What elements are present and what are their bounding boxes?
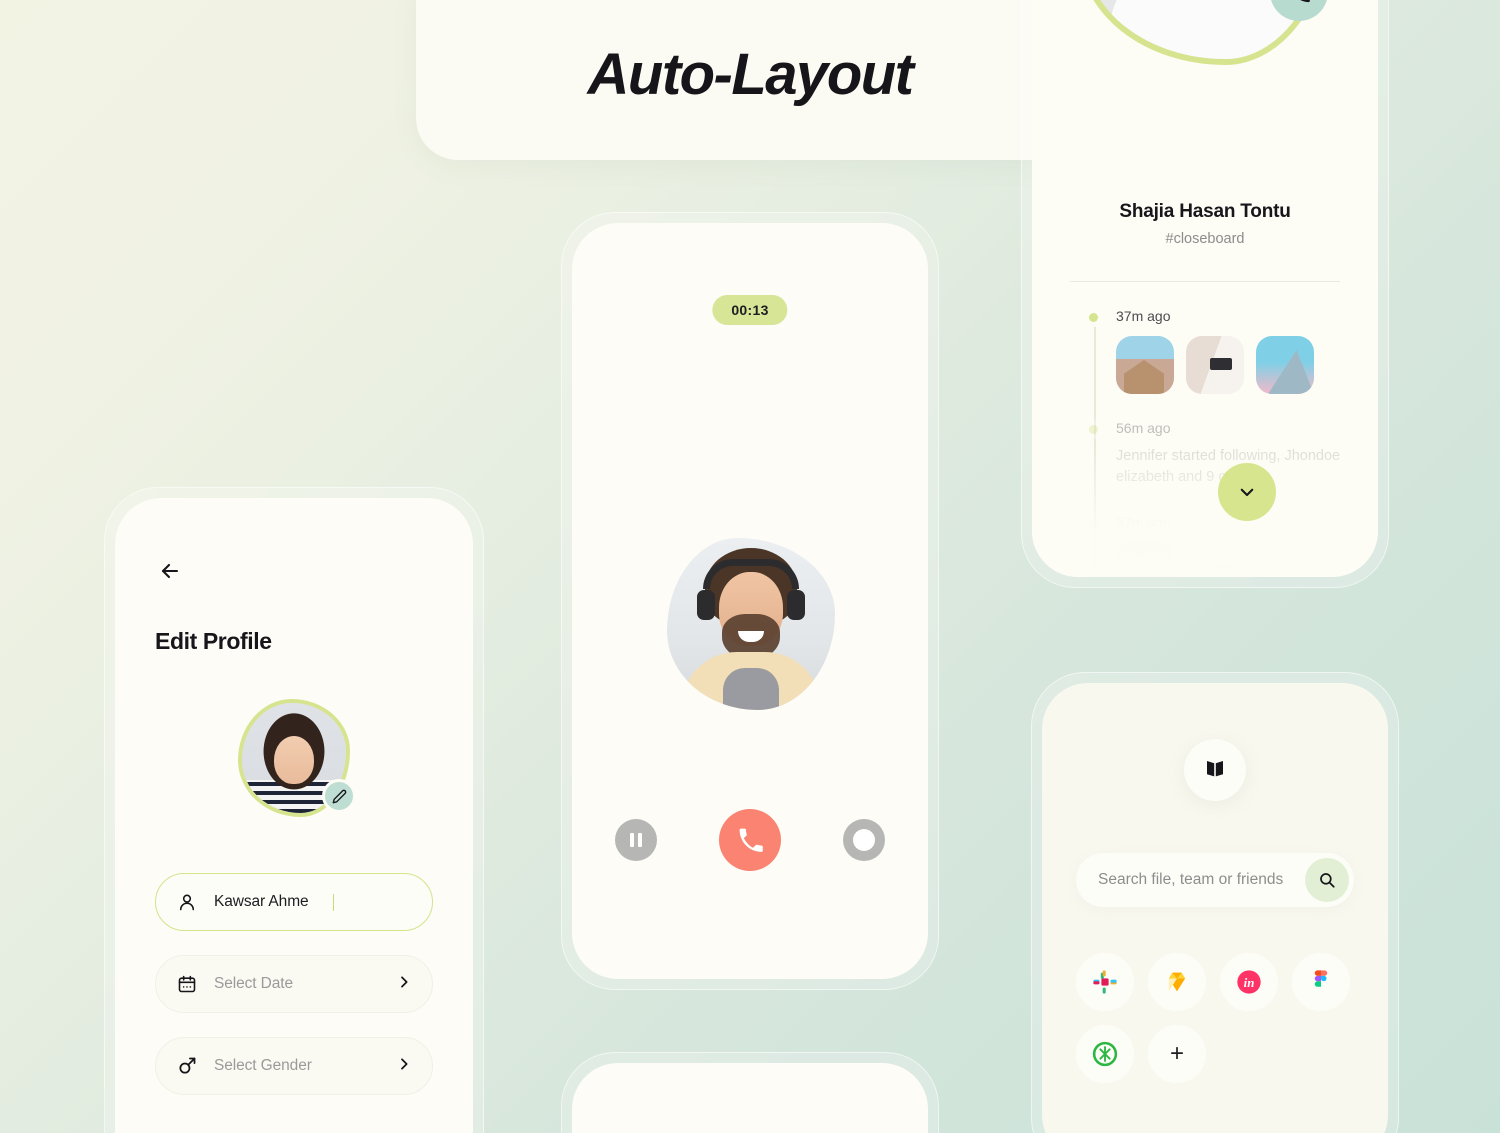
search-bar[interactable] — [1076, 853, 1354, 907]
add-app-button[interactable]: + — [1148, 1025, 1206, 1083]
date-field-value: Select Date — [214, 975, 294, 992]
chevron-right-icon — [396, 974, 412, 995]
person-icon — [176, 891, 198, 913]
top-shape — [1110, 0, 1300, 59]
call-timer: 00:13 — [712, 295, 788, 325]
participant-headset-man[interactable] — [667, 538, 835, 710]
house-photo[interactable] — [1116, 336, 1174, 394]
principle-icon — [1092, 1041, 1118, 1067]
search-icon — [1320, 873, 1335, 888]
edit-avatar-button[interactable] — [322, 779, 356, 813]
timeline-item[interactable]: 37m ago — [1086, 308, 1378, 394]
shirt-shape — [723, 668, 779, 710]
gender-field-value: Select Gender — [214, 1057, 312, 1074]
avatar-face-shape — [274, 736, 314, 784]
pause-icon — [630, 833, 642, 847]
timeline-line — [1094, 318, 1096, 577]
app-grid: in + — [1076, 953, 1354, 1083]
add-app-icon: + — [1169, 1040, 1184, 1067]
photo-b[interactable] — [1186, 542, 1244, 577]
chevron-right-icon — [396, 1056, 412, 1077]
timeline-time: 37m ago — [1116, 308, 1171, 324]
timeline-thumbnails — [1116, 336, 1378, 394]
avatar[interactable] — [238, 699, 356, 817]
bottom-partial-screen — [572, 1063, 928, 1133]
video-call-phone: 00:13 — [561, 212, 939, 990]
invision-icon: in — [1237, 970, 1261, 994]
arrow-left-icon — [161, 563, 179, 579]
profile-detail-phone: Shajia Hasan Tontu #closeboard 37m ago 5… — [1021, 0, 1389, 588]
gender-male-icon — [176, 1055, 198, 1077]
profile-hero — [1032, 0, 1378, 201]
profile-tag: #closeboard — [1165, 231, 1245, 247]
pencil-icon — [332, 789, 346, 803]
calendar-icon — [176, 973, 198, 995]
interior-photo[interactable] — [1186, 336, 1244, 394]
video-call-screen: 00:13 — [572, 223, 928, 979]
timeline-item[interactable]: 37m ago — [1086, 514, 1378, 577]
gender-field[interactable]: Select Gender — [155, 1037, 433, 1095]
timeline-time: 56m ago — [1116, 420, 1171, 436]
record-button[interactable] — [843, 819, 885, 861]
date-field[interactable]: Select Date — [155, 955, 433, 1013]
call-controls — [572, 809, 928, 871]
phone-icon — [739, 828, 763, 852]
skyscraper-photo[interactable] — [1256, 336, 1314, 394]
open-book-icon — [1207, 761, 1223, 777]
brand-button[interactable] — [1184, 739, 1246, 801]
principle-app-button[interactable] — [1076, 1025, 1134, 1083]
back-button[interactable] — [155, 556, 185, 586]
edit-profile-body: Edit Profile Kawsar Ahme Select Date Sel… — [115, 498, 473, 1095]
figma-icon — [1314, 970, 1328, 987]
headset-band — [703, 558, 799, 589]
figma-app-button[interactable] — [1292, 953, 1350, 1011]
pause-button[interactable] — [615, 819, 657, 861]
timeline-thumbnails — [1116, 542, 1378, 577]
headset-right — [787, 589, 805, 620]
search-input[interactable] — [1098, 871, 1305, 889]
app-canvas: Auto-Layout Edit Profile Kawsar Ahme Sel… — [0, 0, 1500, 1133]
timeline-dot — [1086, 516, 1101, 532]
search-apps-phone: in — [1031, 672, 1399, 1133]
timeline-dot — [1086, 422, 1101, 437]
page-heading: Edit Profile — [155, 628, 272, 654]
apps-body: in — [1042, 683, 1388, 1083]
chevron-down-icon — [1240, 488, 1254, 497]
phone-icon — [1300, 0, 1310, 3]
title-card: Auto-Layout — [416, 0, 1084, 160]
sketch-app-button[interactable] — [1148, 953, 1206, 1011]
text-caret — [332, 893, 335, 911]
slack-icon — [1093, 970, 1117, 994]
activity-timeline: 37m ago 56m ago Jennifer started followi… — [1086, 308, 1378, 577]
profile-detail-screen: Shajia Hasan Tontu #closeboard 37m ago 5… — [1032, 0, 1378, 577]
edit-profile-phone: Edit Profile Kawsar Ahme Select Date Sel… — [104, 487, 484, 1133]
bottom-partial-phone — [561, 1052, 939, 1133]
timeline-dot — [1086, 310, 1101, 325]
sketch-icon — [1168, 972, 1186, 992]
invision-app-button[interactable]: in — [1220, 953, 1278, 1011]
svg-text:in: in — [1244, 976, 1255, 990]
search-apps-screen: in — [1042, 683, 1388, 1133]
photo-a[interactable] — [1116, 542, 1174, 577]
headset-left — [697, 589, 715, 620]
name-field-value: Kawsar Ahme — [214, 893, 309, 910]
name-field[interactable]: Kawsar Ahme — [155, 873, 433, 931]
edit-profile-screen: Edit Profile Kawsar Ahme Select Date Sel… — [115, 498, 473, 1133]
search-button[interactable] — [1305, 858, 1349, 902]
profile-name: Shajia Hasan Tontu — [1119, 201, 1291, 222]
page-title: Auto-Layout — [587, 42, 915, 107]
profile-form: Kawsar Ahme Select Date Select Gender — [155, 873, 433, 1095]
divider — [1070, 281, 1340, 282]
record-icon — [853, 829, 875, 851]
expand-timeline-button[interactable] — [1218, 463, 1276, 521]
slack-app-button[interactable] — [1076, 953, 1134, 1011]
call-body: 00:13 — [572, 223, 928, 979]
end-call-button[interactable] — [719, 809, 781, 871]
